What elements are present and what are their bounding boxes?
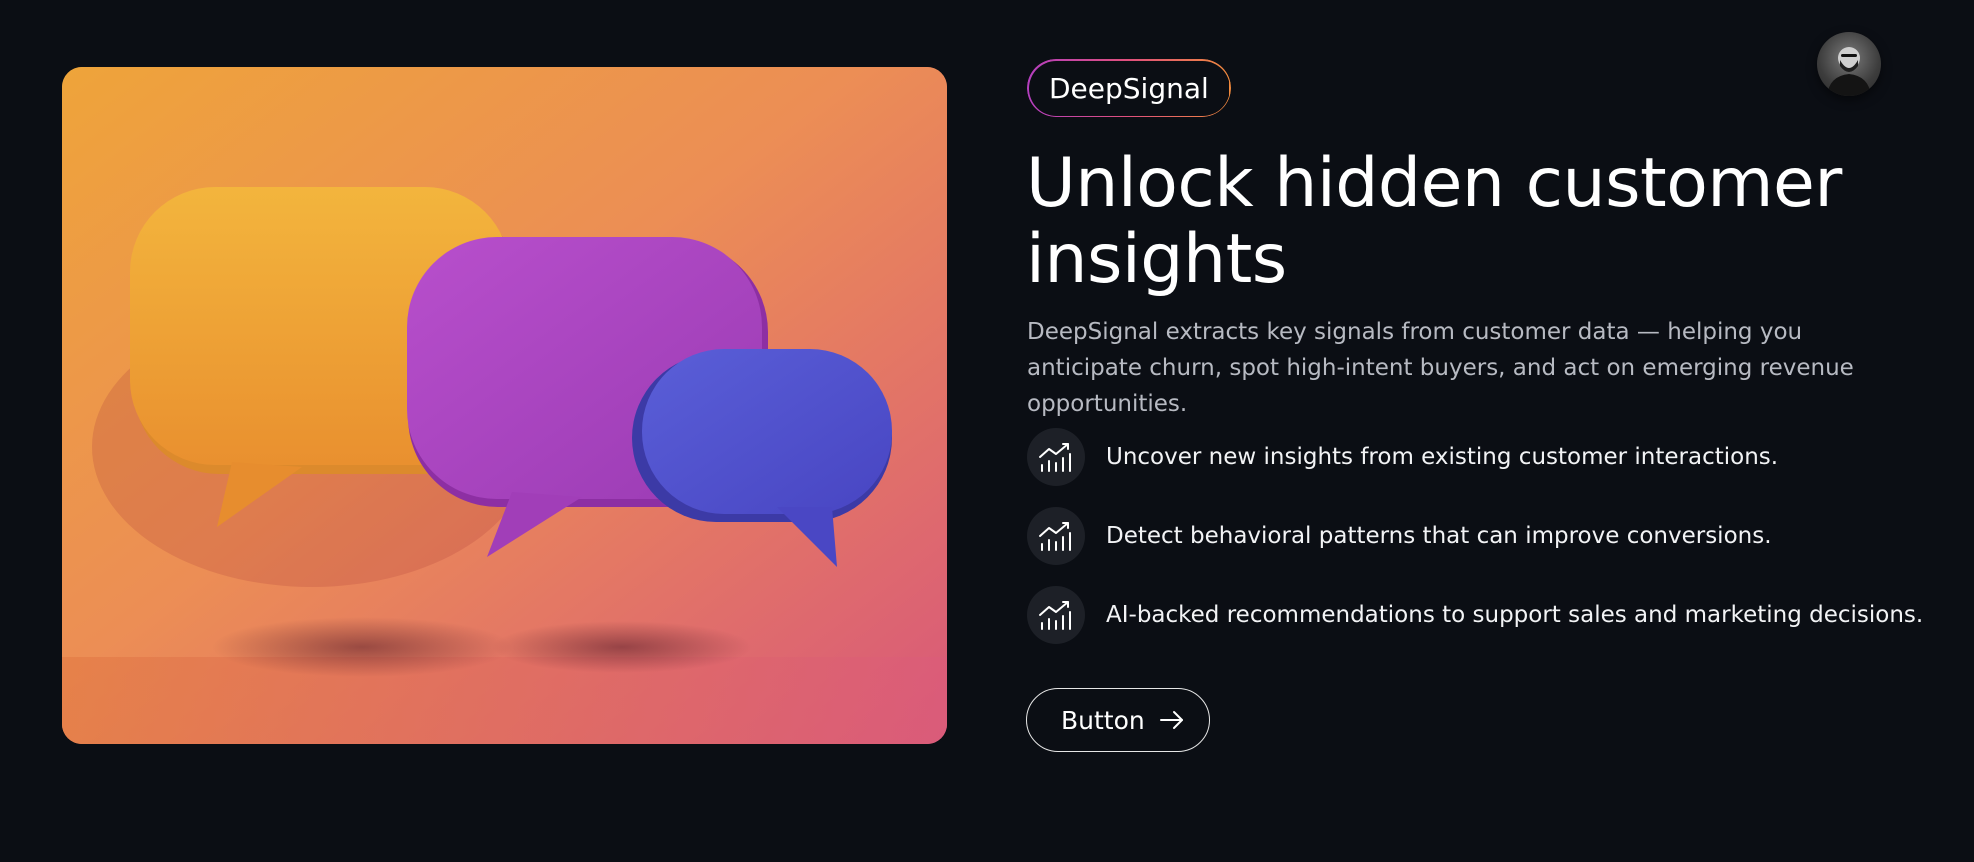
feature-item: Uncover new insights from existing custo… bbox=[1027, 428, 1947, 486]
hero-description: DeepSignal extracts key signals from cus… bbox=[1027, 319, 1854, 417]
page: DeepSignal Unlock hidden customer insigh… bbox=[0, 0, 1974, 862]
feature-text: Uncover new insights from existing custo… bbox=[1106, 444, 1779, 470]
page-title: Unlock hidden customer insights bbox=[1026, 144, 1842, 299]
feature-list: Uncover new insights from existing custo… bbox=[1027, 428, 1947, 665]
chart-trend-icon bbox=[1027, 507, 1085, 565]
user-avatar-icon bbox=[1827, 47, 1871, 96]
arrow-right-icon bbox=[1159, 710, 1185, 730]
feature-text: AI-backed recommendations to support sal… bbox=[1106, 602, 1924, 628]
chart-trend-icon bbox=[1027, 428, 1085, 486]
cta-button[interactable]: Button bbox=[1026, 688, 1210, 752]
brand-label: DeepSignal bbox=[1049, 71, 1209, 105]
chart-trend-icon bbox=[1027, 586, 1085, 644]
brand-pill: DeepSignal bbox=[1027, 59, 1231, 117]
feature-item: Detect behavioral patterns that can impr… bbox=[1027, 507, 1947, 565]
feature-text: Detect behavioral patterns that can impr… bbox=[1106, 523, 1772, 549]
avatar[interactable] bbox=[1817, 32, 1881, 96]
hero-image bbox=[62, 67, 947, 744]
cta-button-label: Button bbox=[1061, 705, 1145, 735]
feature-item: AI-backed recommendations to support sal… bbox=[1027, 586, 1947, 644]
